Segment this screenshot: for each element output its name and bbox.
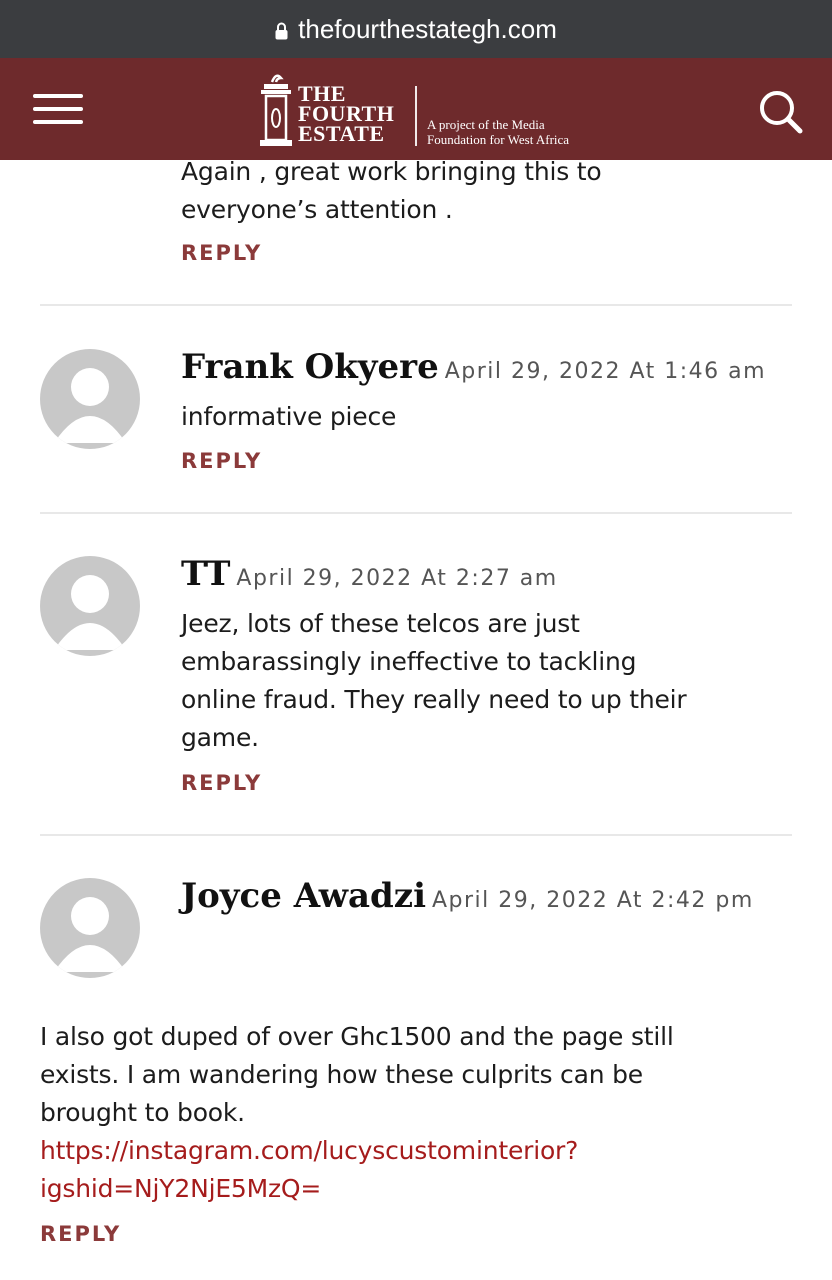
comment-body: informative piece [181, 402, 397, 431]
comment-line: everyone’s attention . [181, 195, 453, 224]
comment-body: Again , great work bringing this to ever… [181, 153, 602, 229]
reply-link[interactable]: REPLY [40, 1222, 121, 1246]
podium-icon [260, 74, 292, 146]
comment-line: embarassingly ineffective to tackling [181, 647, 637, 676]
comment-author[interactable]: TT [181, 554, 230, 594]
lock-icon [275, 22, 288, 40]
comment-date[interactable]: April 29, 2022 At 1:46 am [445, 359, 766, 384]
comment-link-line[interactable]: https://instagram.com/lucyscustominterio… [40, 1136, 578, 1165]
logo-wordmark: THE FOURTH ESTATE [298, 83, 394, 146]
comment-line: Again , great work bringing this to [181, 157, 602, 186]
logo-line-estate: ESTATE [298, 121, 385, 146]
comment-header: Frank Okyere April 29, 2022 At 1:46 am [181, 347, 766, 387]
logo-divider [415, 86, 417, 146]
comment-link[interactable]: igshid=NjY2NjE5MzQ= [40, 1170, 674, 1208]
comment-header: TT April 29, 2022 At 2:27 am [181, 554, 558, 594]
comment-line: brought to book. [40, 1098, 245, 1127]
user-avatar-icon [54, 897, 126, 972]
tagline-line-2: Foundation for West Africa [427, 132, 570, 147]
comment-divider [40, 304, 792, 306]
url-text: thefourthestategh.com [298, 13, 557, 44]
comment-author[interactable]: Joyce Awadzi [181, 876, 426, 916]
reply-link[interactable]: REPLY [181, 449, 262, 473]
browser-url-bar[interactable]: thefourthestategh.com [0, 0, 832, 58]
comment-date[interactable]: April 29, 2022 At 2:27 am [236, 566, 557, 591]
comment-author[interactable]: Frank Okyere [181, 347, 439, 387]
comment-body: Jeez, lots of these telcos are just emba… [181, 605, 687, 757]
user-avatar-icon [54, 575, 126, 650]
comment-divider [40, 834, 792, 836]
comment-line: game. [181, 723, 259, 752]
avatar [40, 878, 140, 978]
comment-header: Joyce Awadzi April 29, 2022 At 2:42 pm [181, 876, 754, 916]
hamburger-menu-button[interactable] [33, 94, 83, 126]
comment-body: I also got duped of over Ghc1500 and the… [40, 1018, 674, 1208]
comment-line: Jeez, lots of these telcos are just [181, 609, 580, 638]
reply-link[interactable]: REPLY [181, 241, 262, 265]
comment-divider [40, 512, 792, 514]
site-logo[interactable]: THE FOURTH ESTATE A project of the Media… [258, 70, 598, 150]
reply-link[interactable]: REPLY [181, 771, 262, 795]
avatar [40, 349, 140, 449]
avatar [40, 556, 140, 656]
comment-date[interactable]: April 29, 2022 At 2:42 pm [432, 888, 754, 913]
user-avatar-icon [54, 368, 126, 443]
comment-link[interactable]: https://instagram.com/lucyscustominterio… [40, 1132, 674, 1170]
search-icon[interactable] [757, 88, 805, 136]
comment-line: online fraud. They really need to up the… [181, 685, 687, 714]
comment-link-line[interactable]: igshid=NjY2NjE5MzQ= [40, 1174, 321, 1203]
comment-line: exists. I am wandering how these culprit… [40, 1060, 643, 1089]
logo-tagline: A project of the Media Foundation for We… [427, 117, 569, 147]
site-header: THE FOURTH ESTATE A project of the Media… [0, 58, 832, 160]
tagline-line-1: A project of the Media [427, 117, 545, 132]
comment-line: I also got duped of over Ghc1500 and the… [40, 1022, 674, 1051]
